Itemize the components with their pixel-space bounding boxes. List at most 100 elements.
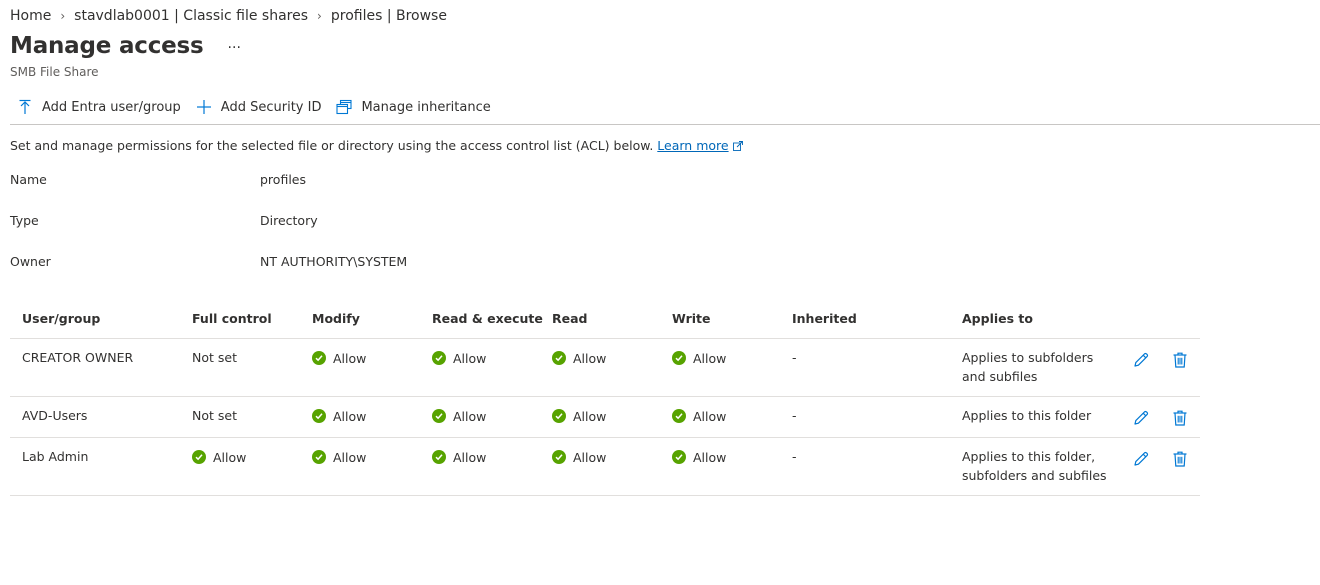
allow-label: Allow [693,449,727,465]
add-entra-user-group-button[interactable]: Add Entra user/group [10,96,189,118]
table-row: CREATOR OWNER Not set Allow Allow Allow … [10,338,1200,397]
cell-full-control: Not set [180,396,300,438]
page-subtitle: SMB File Share [10,65,99,79]
learn-more-link[interactable]: Learn more [657,138,728,153]
allow-label: Allow [693,408,727,424]
cell-read: Allow [540,338,660,397]
column-header-read: Read [540,300,660,339]
table-row: AVD-Users Not set Allow Allow Allow Allo… [10,396,1200,438]
breadcrumb-separator: › [317,9,322,23]
add-security-id-button[interactable]: Add Security ID [189,96,330,118]
edit-pencil-icon[interactable] [1132,450,1150,468]
column-header-write: Write [660,300,780,339]
check-circle-icon [192,450,206,464]
breadcrumb: Home › stavdlab0001 | Classic file share… [10,6,447,26]
title-row: Manage access ... [10,33,241,59]
table-header-row: User/group Full control Modify Read & ex… [10,300,1200,339]
command-bar: Add Entra user/group Add Security ID Man… [10,96,1320,125]
windows-stack-icon [335,98,353,116]
edit-pencil-icon[interactable] [1132,409,1150,427]
property-type-value: Directory [260,213,318,228]
check-circle-icon [432,351,446,365]
column-header-applies-to: Applies to [950,300,1120,339]
property-owner: Owner NT AUTHORITY\SYSTEM [10,254,407,269]
check-circle-icon [432,409,446,423]
delete-trash-icon[interactable] [1171,409,1189,427]
check-circle-icon [672,351,686,365]
add-entra-label: Add Entra user/group [42,99,181,115]
allow-label: Allow [573,408,607,424]
check-circle-icon [432,450,446,464]
more-options-button[interactable]: ... [228,37,241,51]
allow-label: Allow [573,350,607,366]
plus-icon [195,98,213,116]
external-link-icon [732,139,743,154]
property-type: Type Directory [10,213,318,228]
upload-arrow-icon [16,98,34,116]
cell-applies-to: Applies to this folder, subfolders and s… [950,437,1120,496]
cell-read-execute: Allow [420,338,540,397]
cell-modify: Allow [300,396,420,438]
property-name-label: Name [10,172,47,187]
allow-label: Allow [213,449,247,465]
property-type-label: Type [10,213,39,228]
breadcrumb-share-browse[interactable]: profiles | Browse [331,8,447,24]
cell-applies-to: Applies to this folder [950,396,1120,438]
delete-trash-icon[interactable] [1171,351,1189,369]
cell-inherited: - [780,338,950,397]
allow-label: Allow [453,408,487,424]
add-security-id-label: Add Security ID [220,99,322,115]
cell-user: CREATOR OWNER [10,338,180,397]
allow-label: Allow [333,350,367,366]
cell-modify: Allow [300,437,420,496]
cell-user: AVD-Users [10,396,180,438]
cell-modify: Allow [300,338,420,397]
cell-full-control: Allow [180,437,300,496]
description-text: Set and manage permissions for the selec… [10,138,654,153]
property-name: Name profiles [10,172,306,187]
breadcrumb-separator: › [60,9,66,23]
breadcrumb-home[interactable]: Home [10,8,51,24]
cell-actions [1120,437,1200,496]
cell-actions [1120,396,1200,438]
table-row: Lab Admin Allow Allow Allow Allow Allow … [10,437,1200,496]
check-circle-icon [552,450,566,464]
cell-write: Allow [660,338,780,397]
breadcrumb-storage-account[interactable]: stavdlab0001 | Classic file shares [74,8,308,24]
column-header-full-control: Full control [180,300,300,339]
cell-read: Allow [540,437,660,496]
delete-trash-icon[interactable] [1171,450,1189,468]
acl-table: User/group Full control Modify Read & ex… [10,300,1200,496]
check-circle-icon [552,409,566,423]
allow-label: Allow [333,408,367,424]
check-circle-icon [312,409,326,423]
acl-description: Set and manage permissions for the selec… [10,138,743,154]
manage-inheritance-button[interactable]: Manage inheritance [329,96,498,118]
cell-inherited: - [780,396,950,438]
cell-applies-to: Applies to subfolders and subfiles [950,338,1120,397]
manage-access-page: Home › stavdlab0001 | Classic file share… [0,0,1320,585]
edit-pencil-icon[interactable] [1132,351,1150,369]
column-header-read-execute: Read & execute [420,300,543,339]
cell-read-execute: Allow [420,396,540,438]
check-circle-icon [672,409,686,423]
column-header-modify: Modify [300,300,420,339]
cell-actions [1120,338,1200,397]
allow-label: Allow [453,449,487,465]
column-header-actions [1120,300,1200,339]
check-circle-icon [312,351,326,365]
allow-label: Allow [333,449,367,465]
allow-label: Allow [453,350,487,366]
check-circle-icon [312,450,326,464]
check-circle-icon [552,351,566,365]
property-owner-label: Owner [10,254,51,269]
cell-write: Allow [660,437,780,496]
allow-label: Allow [693,350,727,366]
cell-inherited: - [780,437,950,496]
property-name-value: profiles [260,172,306,187]
page-title: Manage access [10,33,204,59]
manage-inheritance-label: Manage inheritance [361,99,491,115]
cell-user: Lab Admin [10,437,180,496]
cell-full-control: Not set [180,338,300,397]
check-circle-icon [672,450,686,464]
